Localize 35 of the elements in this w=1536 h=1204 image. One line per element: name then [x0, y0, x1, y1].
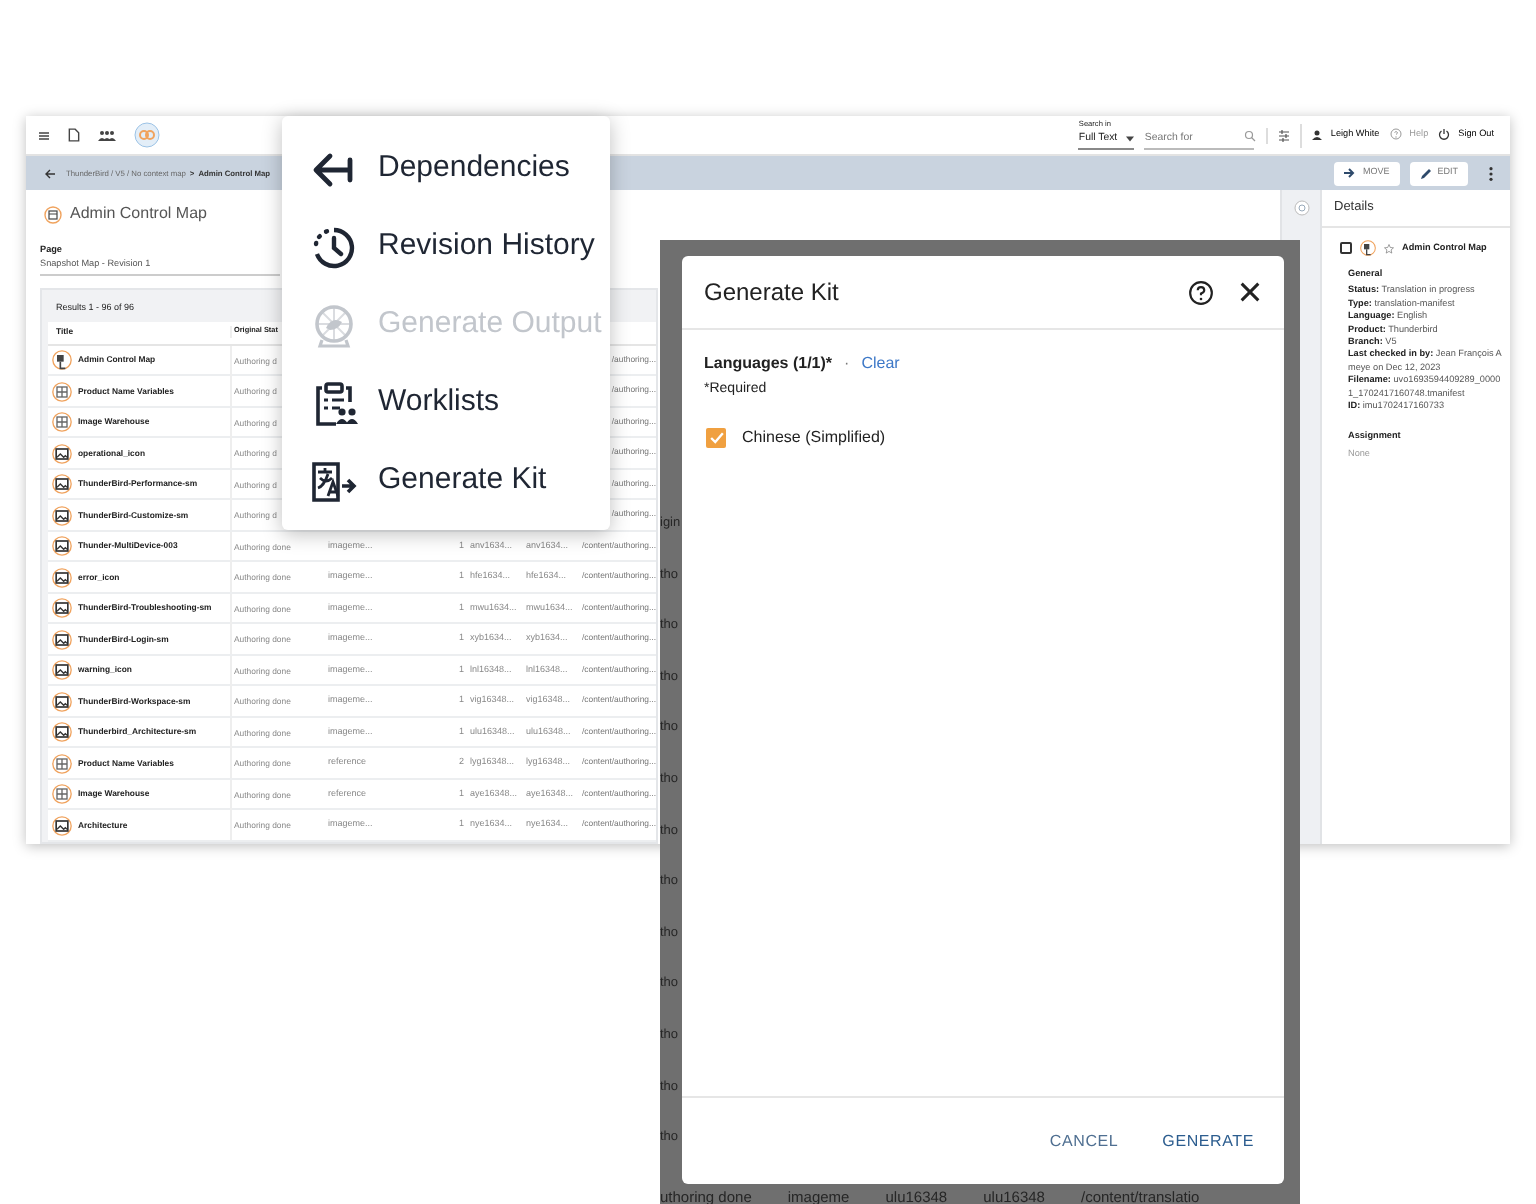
star-icon[interactable]: [1384, 243, 1394, 253]
help-icon: [1389, 128, 1402, 141]
more-icon[interactable]: [1488, 165, 1494, 181]
menu-item[interactable]: Dependencies: [282, 130, 610, 208]
caret-icon: [1125, 136, 1134, 143]
people-icon[interactable]: [98, 129, 116, 141]
person-icon: [1312, 129, 1323, 140]
filter-icon[interactable]: [1278, 129, 1291, 141]
translate-icon: [310, 457, 358, 505]
separator-dot: ·: [844, 352, 850, 376]
check-icon: [709, 431, 723, 443]
close-icon[interactable]: [1240, 282, 1260, 302]
menu-icon[interactable]: [38, 129, 50, 141]
option-label: Chinese (Simplified): [742, 425, 886, 449]
pencil-icon: [1419, 167, 1432, 179]
help-icon[interactable]: [1188, 279, 1214, 305]
back-arrow-icon[interactable]: [44, 167, 56, 179]
clipboard-icon: [310, 379, 358, 427]
dialog-title: Generate Kit: [704, 276, 839, 310]
checkbox[interactable]: [706, 427, 726, 447]
menu-item[interactable]: Revision History: [282, 208, 610, 286]
map-icon: [1360, 240, 1376, 256]
clock-icon: [310, 223, 358, 271]
power-icon: [1438, 128, 1451, 141]
document-icon[interactable]: [68, 128, 80, 142]
field-label: Languages (1/1)*: [704, 352, 833, 376]
generate-button[interactable]: GENERATE: [1162, 1125, 1254, 1157]
cancel-button[interactable]: CANCEL: [1049, 1125, 1119, 1157]
search-icon[interactable]: [1244, 129, 1257, 141]
page-title: Admin Control Map: [70, 202, 207, 226]
map-icon: [44, 205, 62, 223]
arrow-right-icon: [1344, 168, 1357, 178]
clear-link[interactable]: Clear: [861, 352, 900, 376]
wheel-icon: [310, 301, 358, 349]
checkbox[interactable]: [1340, 242, 1352, 254]
